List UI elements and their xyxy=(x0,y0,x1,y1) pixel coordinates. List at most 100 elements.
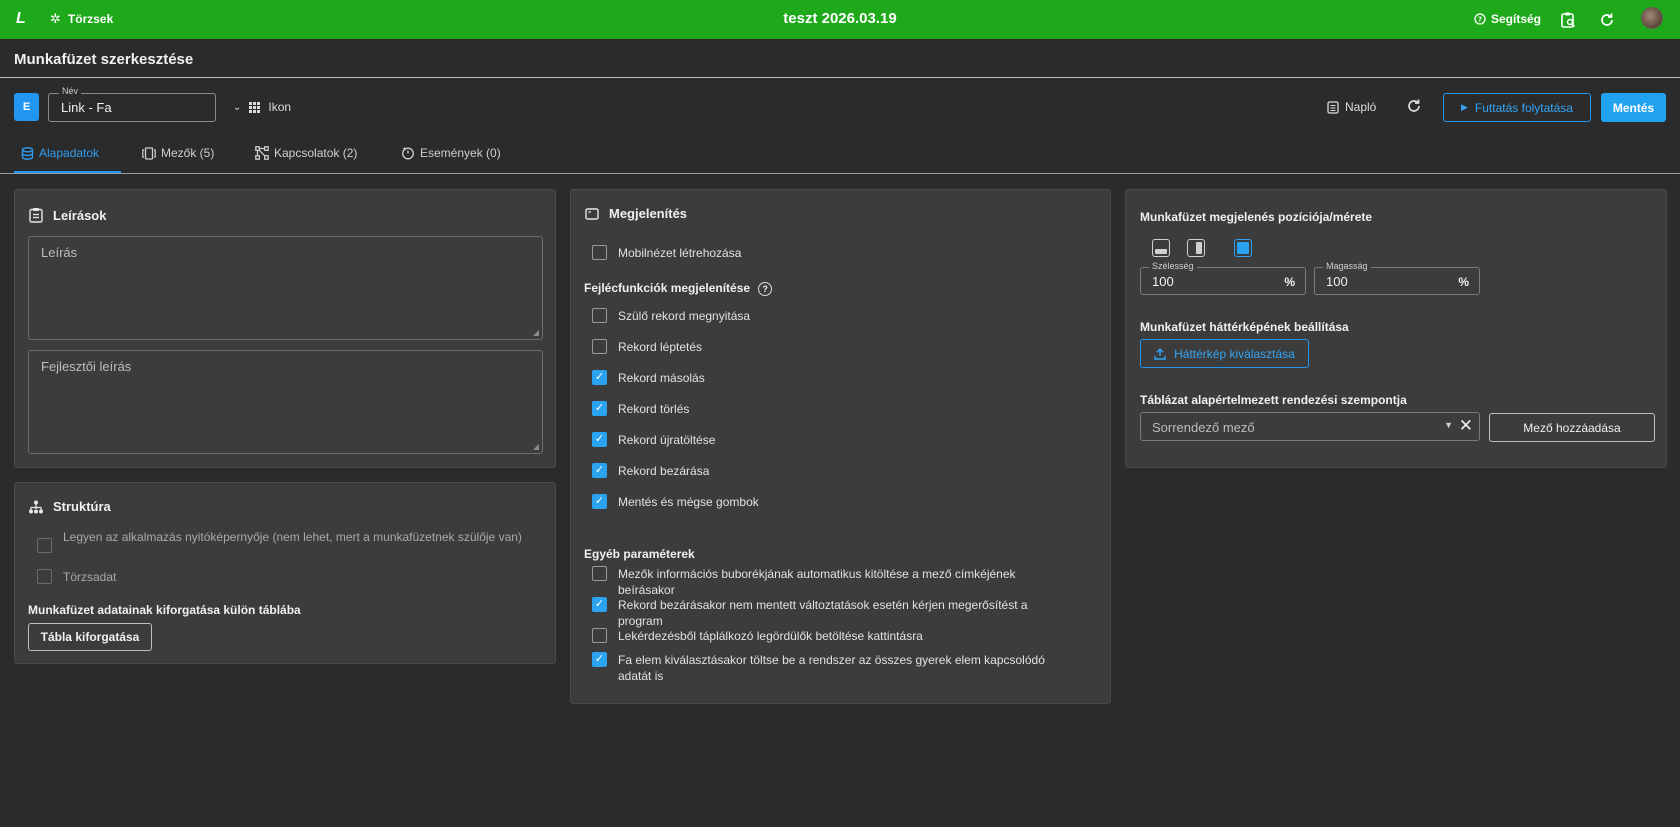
other-params-item[interactable]: Mezők információs buborékjának automatik… xyxy=(592,566,1062,598)
checked-checkbox[interactable]: ✓ xyxy=(592,494,607,509)
start-screen-label: Legyen az alkalmazás nyitóképernyője (ne… xyxy=(63,530,522,544)
dropdown-arrow-icon[interactable]: ▼ xyxy=(1444,420,1453,430)
layout-side-icon[interactable] xyxy=(1187,239,1205,257)
header-funcs-item-label: Rekord bezárása xyxy=(618,464,710,478)
other-params-item-label: Fa elem kiválasztásakor töltse be a rend… xyxy=(618,653,1045,683)
width-value: 100 xyxy=(1152,274,1174,289)
header-funcs-item[interactable]: ✓ Rekord újratöltése xyxy=(592,432,715,448)
mobile-view-label: Mobilnézet létrehozása xyxy=(618,246,742,260)
checked-checkbox[interactable]: ✓ xyxy=(592,432,607,447)
developer-description-textarea[interactable]: Fejlesztői leírás ◢ xyxy=(28,350,543,454)
sort-title: Táblázat alapértelmezett rendezési szemp… xyxy=(1140,393,1407,407)
resize-grip-icon[interactable]: ◢ xyxy=(533,442,539,451)
app-title: teszt 2026.03.19 xyxy=(783,10,897,27)
position-size-title: Munkafüzet megjelenés pozíciója/mérete xyxy=(1140,210,1373,224)
play-icon: ▶ xyxy=(1461,102,1468,112)
continue-run-button[interactable]: ▶ Futtatás folytatása xyxy=(1443,93,1591,122)
sort-field-select[interactable]: Sorrendező mező ▼ ✕ xyxy=(1140,412,1480,441)
header-funcs-item[interactable]: Rekord léptetés xyxy=(592,339,702,355)
clear-icon[interactable]: ✕ xyxy=(1459,416,1473,436)
workbook-badge[interactable]: E xyxy=(14,93,39,121)
background-title: Munkafüzet háttérképének beállítása xyxy=(1140,320,1349,334)
help-label: Segítség xyxy=(1491,12,1542,26)
checkbox[interactable] xyxy=(592,308,607,323)
header-funcs-item[interactable]: Szülő rekord megnyitása xyxy=(592,308,750,324)
fields-icon xyxy=(142,146,156,160)
sparkle-icon: ✲ xyxy=(50,11,61,26)
rotate-table-label: Munkafüzet adatainak kiforgatása külön t… xyxy=(28,603,301,617)
other-params-title: Egyéb paraméterek xyxy=(584,547,695,561)
checked-checkbox[interactable]: ✓ xyxy=(592,370,607,385)
display-header: Megjelenítés xyxy=(585,206,687,221)
grid-icon xyxy=(249,101,261,113)
mobile-view-checkbox[interactable] xyxy=(592,245,607,260)
header-funcs-item[interactable]: ✓ Rekord törlés xyxy=(592,401,689,417)
page-title: Munkafüzet szerkesztése xyxy=(14,51,194,68)
header-funcs-item[interactable]: ✓ Mentés és mégse gombok xyxy=(592,494,759,510)
header-funcs-item[interactable]: ✓ Rekord másolás xyxy=(592,370,705,386)
add-field-button[interactable]: Mező hozzáadása xyxy=(1489,413,1655,442)
width-field[interactable]: Szélesség 100 % xyxy=(1140,261,1306,295)
structure-title: Struktúra xyxy=(53,499,111,514)
master-data-option-label: Törzsadat xyxy=(63,570,117,584)
user-avatar[interactable] xyxy=(1641,7,1663,29)
app-logo[interactable]: L xyxy=(16,10,34,28)
question-mark-icon[interactable]: ? xyxy=(758,281,773,296)
other-params-item[interactable]: ✓ Fa elem kiválasztásakor töltse be a ren… xyxy=(592,652,1062,684)
master-data-button[interactable]: ✲ Törzsek xyxy=(50,11,113,27)
checked-checkbox[interactable]: ✓ xyxy=(592,401,607,416)
top-bar: L ✲ Törzsek teszt 2026.03.19 ? Segítség xyxy=(0,0,1680,39)
continue-run-label: Futtatás folytatása xyxy=(1474,100,1573,115)
layout-full-icon[interactable] xyxy=(1234,239,1252,257)
save-button[interactable]: Mentés xyxy=(1601,93,1666,122)
tab-events[interactable]: Események (0) xyxy=(401,146,501,160)
rotate-table-button[interactable]: Tábla kiforgatása xyxy=(28,623,152,651)
other-params-item[interactable]: Lekérdezésből táplálkozó legördülők betö… xyxy=(592,628,1062,644)
checkbox[interactable] xyxy=(592,628,607,643)
header-funcs-item-label: Mentés és mégse gombok xyxy=(618,495,759,509)
mobile-view-option[interactable]: Mobilnézet létrehozása xyxy=(592,245,741,261)
descriptions-card: Leírások Leírás ◢ Fejlesztői leírás ◢ xyxy=(14,189,556,468)
display-title: Megjelenítés xyxy=(609,206,688,221)
refresh-icon[interactable] xyxy=(1597,10,1617,30)
start-screen-checkbox[interactable] xyxy=(37,538,52,553)
timer-icon xyxy=(402,147,414,160)
other-params-item-label: Lekérdezésből táplálkozó legördülők betö… xyxy=(618,629,923,643)
resize-grip-icon[interactable]: ◢ xyxy=(533,328,539,337)
other-params-item-label: Rekord bezárásakor nem mentett változtat… xyxy=(618,598,1028,628)
name-field[interactable]: Név Link - Fa xyxy=(48,86,216,122)
icon-selector[interactable]: ⌄ Ikon xyxy=(233,100,291,114)
master-data-option[interactable]: Törzsadat xyxy=(37,569,116,585)
checkbox[interactable] xyxy=(592,339,607,354)
clipboard-search-icon[interactable] xyxy=(1558,10,1578,30)
select-background-button[interactable]: Háttérkép kiválasztása xyxy=(1140,339,1309,368)
description-textarea[interactable]: Leírás ◢ xyxy=(28,236,543,340)
upload-icon xyxy=(1154,347,1166,360)
tab-fields[interactable]: Mezők (5) xyxy=(142,146,214,160)
help-button[interactable]: ? Segítség xyxy=(1474,12,1541,26)
tab-basic-data-label: Alapadatok xyxy=(39,146,100,160)
height-field[interactable]: Magasság 100 % xyxy=(1314,261,1480,295)
master-data-checkbox[interactable] xyxy=(37,569,52,584)
layout-bottom-icon[interactable] xyxy=(1152,239,1170,257)
width-unit: % xyxy=(1284,275,1295,289)
checked-checkbox[interactable]: ✓ xyxy=(592,597,607,612)
tabs-divider xyxy=(0,173,1680,174)
header-funcs-item[interactable]: ✓ Rekord bezárása xyxy=(592,463,709,479)
name-field-label: Név xyxy=(59,86,82,96)
log-button[interactable]: Napló xyxy=(1327,100,1376,114)
relations-icon xyxy=(255,146,269,160)
clipboard-list-icon xyxy=(29,208,43,223)
start-screen-option[interactable]: Legyen az alkalmazás nyitóképernyője (ne… xyxy=(37,529,547,553)
tab-relations[interactable]: Kapcsolatok (2) xyxy=(255,146,357,160)
header-functions-title-text: Fejlécfunkciók megjelenítése xyxy=(584,281,751,295)
checked-checkbox[interactable]: ✓ xyxy=(592,652,607,667)
header-funcs-item-label: Rekord léptetés xyxy=(618,340,703,354)
description-placeholder: Leírás xyxy=(41,245,78,260)
other-params-item[interactable]: ✓ Rekord bezárásakor nem mentett változta… xyxy=(592,597,1062,629)
tab-basic-data[interactable]: Alapadatok xyxy=(21,146,99,160)
log-label: Napló xyxy=(1345,100,1377,114)
reload-button[interactable] xyxy=(1406,98,1422,119)
checkbox[interactable] xyxy=(592,566,607,581)
checked-checkbox[interactable]: ✓ xyxy=(592,463,607,478)
